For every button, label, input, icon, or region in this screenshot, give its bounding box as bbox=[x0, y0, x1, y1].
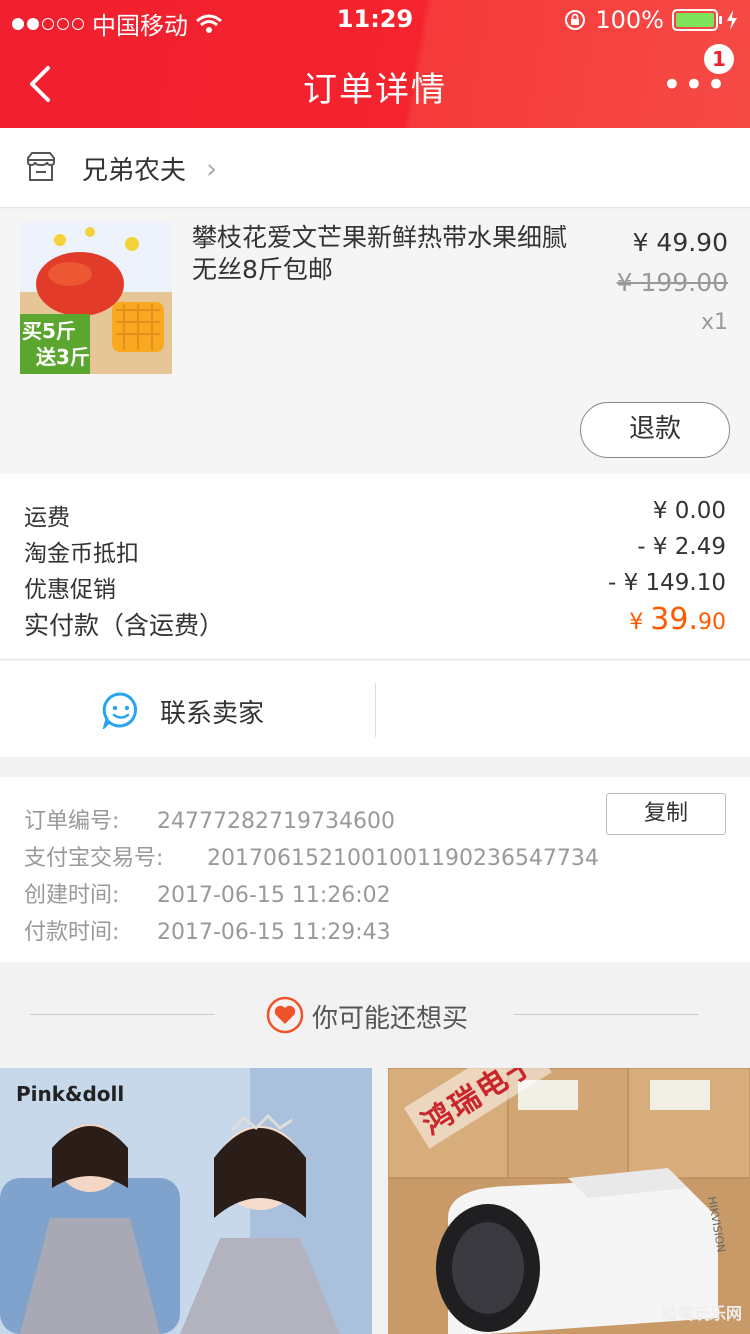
recommend-card[interactable]: 鸿瑞电子 HIKVISION 哈喝玩乐网 bbox=[388, 1068, 750, 1334]
image-badge-line2: 送3斤 bbox=[36, 345, 90, 369]
status-bar: 中国移动 11:29 100% bbox=[0, 0, 750, 40]
copy-button[interactable]: 复制 bbox=[606, 793, 726, 835]
paid-int: 39. bbox=[650, 602, 698, 637]
navbar: 订单详情 ••• 1 bbox=[0, 40, 750, 128]
battery-percent: 100% bbox=[595, 6, 664, 34]
product-item[interactable]: 买5斤 送3斤 攀枝花爱文芒果新鲜热带水果细腻无丝8斤包邮 ¥ 49.90 ¥ … bbox=[0, 210, 750, 474]
coin-deduction-row: 淘金币抵扣 - ¥ 2.49 bbox=[24, 534, 726, 568]
coin-label: 淘金币抵扣 bbox=[24, 541, 139, 567]
shipping-row: 运费 ¥ 0.00 bbox=[24, 498, 726, 532]
product-price: ¥ 49.90 bbox=[632, 228, 728, 257]
dress-product-image bbox=[0, 1068, 372, 1334]
charging-icon bbox=[727, 10, 737, 30]
order-number-label: 订单编号: bbox=[24, 809, 120, 834]
image-badge-line1: 买5斤 bbox=[22, 319, 76, 343]
heart-icon bbox=[266, 996, 304, 1034]
more-options-icon[interactable]: ••• bbox=[662, 68, 728, 102]
header: 中国移动 11:29 100% 订单详情 ••• 1 bbox=[0, 0, 750, 128]
order-number-value: 24777282719734600 bbox=[157, 809, 395, 834]
divider bbox=[30, 1014, 215, 1015]
product-original-price: ¥ 199.00 bbox=[616, 268, 728, 297]
order-number-row: 订单编号: 24777282719734600 bbox=[24, 803, 395, 835]
alipay-number-value: 2017061521001001190236547734 bbox=[207, 846, 599, 871]
created-time-value: 2017-06-15 11:26:02 bbox=[157, 883, 391, 908]
contact-bar: 联系卖家 bbox=[0, 661, 750, 757]
paid-time-label: 付款时间: bbox=[24, 920, 120, 945]
site-watermark: 哈喝玩乐网 bbox=[661, 1304, 742, 1323]
alipay-number-label: 支付宝交易号: bbox=[24, 846, 164, 871]
shipping-label: 运费 bbox=[24, 505, 70, 531]
order-info: 订单编号: 24777282719734600 支付宝交易号: 20170615… bbox=[0, 777, 750, 962]
contact-seller-button[interactable]: 联系卖家 bbox=[160, 693, 264, 730]
product-image[interactable]: 买5斤 送3斤 bbox=[20, 222, 172, 374]
promo-label: 优惠促销 bbox=[24, 577, 116, 603]
shipping-value: ¥ 0.00 bbox=[652, 498, 726, 524]
alipay-number-row: 支付宝交易号: 2017061521001001190236547734 bbox=[24, 840, 599, 872]
notification-badge: 1 bbox=[704, 44, 734, 74]
paid-dec: 90 bbox=[698, 610, 726, 635]
paid-row: 实付款（含运费） ¥ 39.90 bbox=[24, 602, 726, 642]
chevron-right-icon: › bbox=[206, 152, 218, 185]
shop-name[interactable]: 兄弟农夫 bbox=[82, 150, 186, 187]
divider bbox=[375, 683, 376, 737]
paid-time-value: 2017-06-15 11:29:43 bbox=[157, 920, 391, 945]
created-time-row: 创建时间: 2017-06-15 11:26:02 bbox=[24, 877, 391, 909]
coin-value: - ¥ 2.49 bbox=[637, 534, 726, 560]
paid-currency: ¥ bbox=[629, 610, 651, 635]
recommend-card[interactable]: Pink&doll bbox=[0, 1068, 372, 1334]
promo-value: - ¥ 149.10 bbox=[607, 570, 726, 596]
promo-row: 优惠促销 - ¥ 149.10 bbox=[24, 570, 726, 604]
paid-total: ¥ 39.90 bbox=[629, 602, 726, 637]
product-quantity: x1 bbox=[700, 310, 728, 335]
chat-face-icon[interactable] bbox=[102, 691, 140, 729]
fee-summary: 运费 ¥ 0.00 淘金币抵扣 - ¥ 2.49 优惠促销 - ¥ 149.10… bbox=[0, 474, 750, 660]
recommend-grid: Pink&doll 鸿瑞电子 HIKVISION 哈喝玩乐网 bbox=[0, 1068, 750, 1334]
paid-label: 实付款（含运费） bbox=[24, 611, 225, 640]
created-time-label: 创建时间: bbox=[24, 883, 120, 908]
battery-icon bbox=[672, 9, 722, 31]
divider bbox=[514, 1014, 699, 1015]
refund-button[interactable]: 退款 bbox=[580, 402, 730, 458]
paid-time-row: 付款时间: 2017-06-15 11:29:43 bbox=[24, 914, 391, 946]
rotation-lock-icon bbox=[565, 10, 586, 30]
recommend-header: 你可能还想买 bbox=[0, 962, 750, 1068]
shop-row[interactable]: 兄弟农夫 › bbox=[0, 128, 750, 208]
page-title: 订单详情 bbox=[303, 70, 447, 110]
card-brand: Pink&doll bbox=[16, 1082, 125, 1106]
product-name[interactable]: 攀枝花爱文芒果新鲜热带水果细腻无丝8斤包邮 bbox=[192, 222, 582, 286]
shop-icon bbox=[27, 152, 55, 181]
recommend-title: 你可能还想买 bbox=[312, 1004, 469, 1034]
